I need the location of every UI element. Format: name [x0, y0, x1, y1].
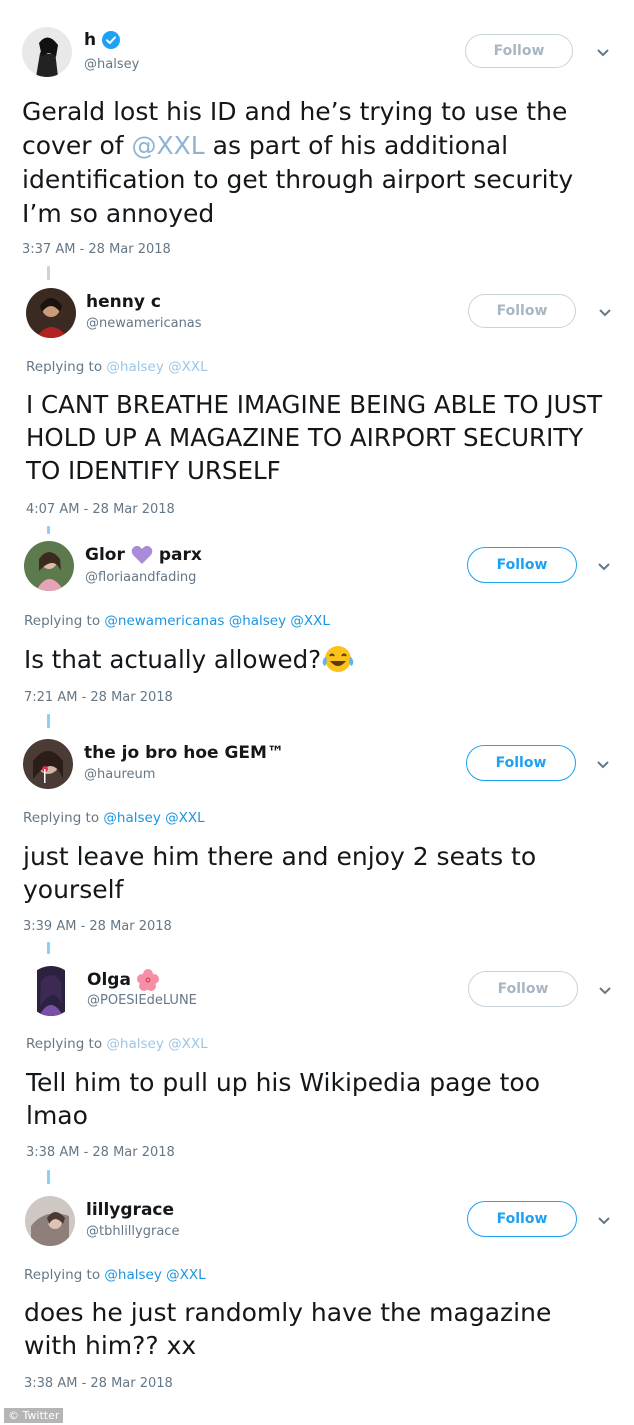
author-name-row[interactable]: the jo bro hoe GEM™	[84, 743, 284, 763]
reply-mentions[interactable]: @halsey @XXL	[106, 359, 207, 375]
follow-button[interactable]: Follow	[467, 1201, 577, 1237]
verified-badge-icon	[102, 31, 121, 49]
reply-mentions[interactable]: @halsey @XXL	[106, 1036, 207, 1052]
thread-connector	[47, 526, 50, 534]
replying-to-line: Replying to @halsey @XXL	[26, 359, 208, 375]
author-name-row[interactable]: lillygrace	[86, 1200, 174, 1220]
follow-button[interactable]: Follow	[467, 547, 577, 583]
avatar-glor[interactable]	[24, 541, 74, 591]
chevron-down-icon[interactable]	[597, 562, 611, 572]
author-handle[interactable]: @POESIEdeLUNE	[87, 993, 197, 1008]
avatar-henny[interactable]	[26, 288, 76, 338]
timestamp[interactable]: 4:07 AM - 28 Mar 2018	[26, 502, 175, 517]
reply-mentions[interactable]: @halsey @XXL	[103, 810, 204, 826]
reply-mentions[interactable]: @newamericanas @halsey @XXL	[104, 613, 330, 629]
author-handle[interactable]: @tbhlillygrace	[86, 1224, 179, 1239]
tweet-text: just leave him there and enjoy 2 seats t…	[23, 842, 537, 904]
tweet-text: Gerald lost his ID and he’s trying to us…	[22, 97, 574, 228]
tweet-text: I CANT BREATHE IMAGINE BEING ABLE TO JUS…	[26, 390, 603, 485]
tweet-text: Is that actually allowed?	[24, 643, 604, 676]
timestamp[interactable]: 3:37 AM - 28 Mar 2018	[22, 242, 171, 257]
author-name-row[interactable]: Glor parx	[85, 545, 202, 565]
follow-button[interactable]: Follow	[468, 971, 578, 1007]
tweet-text: Tell him to pull up his Wikipedia page t…	[26, 1068, 541, 1130]
timestamp[interactable]: 3:38 AM - 28 Mar 2018	[24, 1376, 173, 1391]
timestamp[interactable]: 3:39 AM - 28 Mar 2018	[23, 919, 172, 934]
author-name[interactable]: h	[84, 30, 96, 50]
chevron-down-icon[interactable]	[598, 308, 612, 318]
author-handle[interactable]: @haureum	[84, 767, 155, 782]
author-name-row[interactable]: h	[84, 30, 121, 50]
replying-to-line: Replying to @halsey @XXL	[24, 1267, 206, 1283]
author-name[interactable]: henny c	[86, 292, 161, 312]
author-name[interactable]: lillygrace	[86, 1200, 174, 1220]
image-credit: © Twitter	[4, 1408, 64, 1423]
mention-link[interactable]: @XXL	[132, 131, 205, 160]
avatar-olga[interactable]	[26, 966, 76, 1016]
purple-heart-icon	[131, 545, 153, 564]
chevron-down-icon[interactable]	[596, 760, 610, 770]
author-handle[interactable]: @newamericanas	[86, 316, 202, 331]
thread-connector	[47, 1170, 50, 1184]
timestamp[interactable]: 3:38 AM - 28 Mar 2018	[26, 1145, 175, 1160]
timestamp[interactable]: 7:21 AM - 28 Mar 2018	[24, 690, 173, 705]
tears-of-joy-icon	[322, 646, 354, 672]
author-name-row[interactable]: henny c	[86, 292, 161, 312]
follow-button[interactable]: Follow	[465, 34, 573, 68]
author-name[interactable]: the jo bro hoe GEM™	[84, 743, 284, 763]
avatar-lillygrace[interactable]	[25, 1196, 75, 1246]
author-handle[interactable]: @floriaandfading	[85, 570, 196, 585]
author-name-part1[interactable]: Glor	[85, 545, 125, 565]
author-name[interactable]: Olga	[87, 970, 131, 990]
thread-connector	[47, 942, 50, 954]
avatar-halsey[interactable]	[22, 27, 72, 77]
replying-to-line: Replying to @halsey @XXL	[26, 1036, 208, 1052]
follow-button[interactable]: Follow	[468, 294, 576, 328]
author-handle[interactable]: @halsey	[84, 57, 139, 72]
chevron-down-icon[interactable]	[598, 986, 612, 996]
chevron-down-icon[interactable]	[596, 48, 610, 58]
reply-mentions[interactable]: @halsey @XXL	[104, 1267, 205, 1283]
avatar-haureum[interactable]	[23, 739, 73, 789]
replying-to-line: Replying to @halsey @XXL	[23, 810, 205, 826]
author-name-row[interactable]: Olga	[87, 969, 159, 991]
replying-to-line: Replying to @newamericanas @halsey @XXL	[24, 613, 330, 629]
hibiscus-icon	[136, 969, 159, 991]
chevron-down-icon[interactable]	[597, 1216, 611, 1226]
thread-connector	[47, 714, 50, 728]
tweet-text: does he just randomly have the magazine …	[24, 1298, 552, 1360]
follow-button[interactable]: Follow	[466, 745, 576, 781]
thread-connector	[47, 266, 50, 280]
author-name-part2[interactable]: parx	[159, 545, 202, 565]
